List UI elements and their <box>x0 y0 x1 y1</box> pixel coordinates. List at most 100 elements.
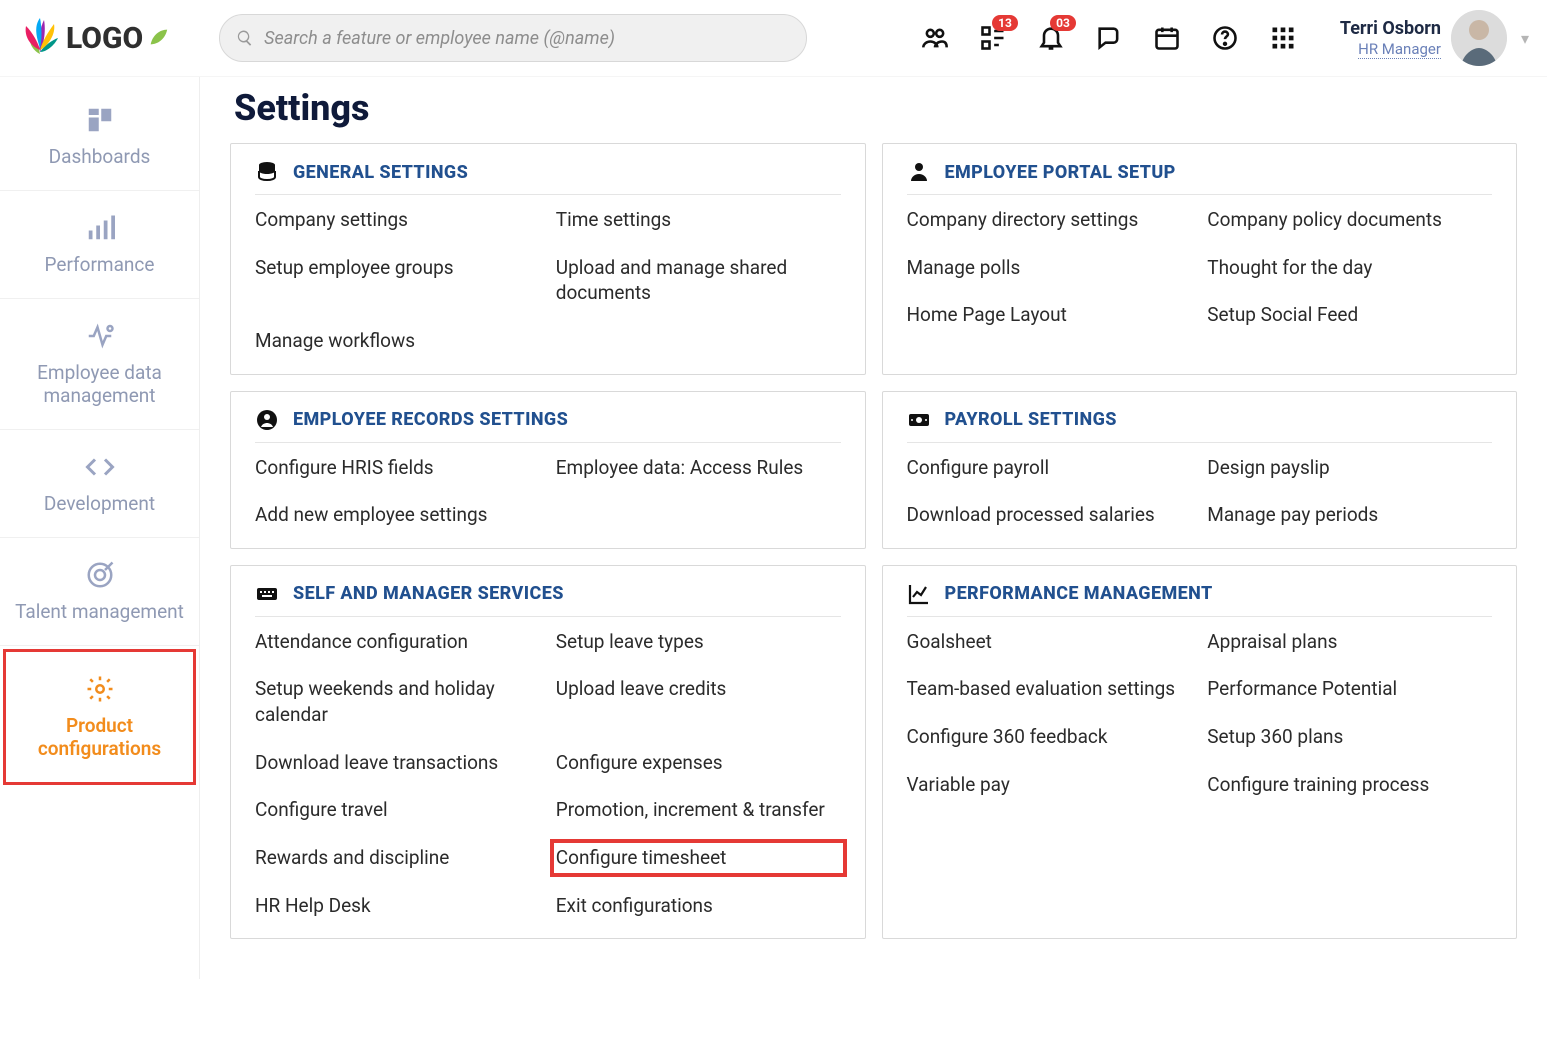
link-manage-polls[interactable]: Manage polls <box>907 255 1192 281</box>
link-perf-potential[interactable]: Performance Potential <box>1207 676 1492 702</box>
sidebar-item-label: Dashboards <box>10 145 189 168</box>
link-access-rules[interactable]: Employee data: Access Rules <box>556 455 841 481</box>
link-home-page-layout[interactable]: Home Page Layout <box>907 302 1192 328</box>
sidebar-item-employee-data[interactable]: Employee data management <box>0 299 199 430</box>
link-exit-configurations[interactable]: Exit configurations <box>556 893 841 919</box>
money-icon <box>907 408 931 432</box>
search-icon <box>236 29 254 47</box>
sidebar: Dashboards Performance Employee data man… <box>0 77 200 979</box>
card-employee-portal: EMPLOYEE PORTAL SETUP Company directory … <box>882 143 1518 375</box>
link-setup-360-plans[interactable]: Setup 360 plans <box>1207 724 1492 750</box>
people-icon[interactable] <box>920 23 950 53</box>
link-training-process[interactable]: Configure training process <box>1207 772 1492 798</box>
link-manage-pay-periods[interactable]: Manage pay periods <box>1207 502 1492 528</box>
card-title: EMPLOYEE PORTAL SETUP <box>945 162 1176 183</box>
user-role: HR Manager <box>1358 40 1441 59</box>
sidebar-item-label: Talent management <box>10 600 189 623</box>
card-performance-mgmt: PERFORMANCE MANAGEMENT Goalsheet Apprais… <box>882 565 1518 939</box>
header-actions: 13 03 Terri Osborn HR Manager ▾ <box>920 10 1529 66</box>
sidebar-item-label: Development <box>10 492 189 515</box>
apps-icon[interactable] <box>1268 23 1298 53</box>
bell-icon[interactable]: 03 <box>1036 23 1066 53</box>
link-promotion-transfer[interactable]: Promotion, increment & transfer <box>556 797 841 823</box>
search-placeholder: Search a feature or employee name (@name… <box>264 28 615 49</box>
link-time-settings[interactable]: Time settings <box>556 207 841 233</box>
link-configure-360[interactable]: Configure 360 feedback <box>907 724 1192 750</box>
link-configure-hris[interactable]: Configure HRIS fields <box>255 455 540 481</box>
sidebar-item-label: Performance <box>10 253 189 276</box>
avatar <box>1451 10 1507 66</box>
link-appraisal-plans[interactable]: Appraisal plans <box>1207 629 1492 655</box>
link-social-feed[interactable]: Setup Social Feed <box>1207 302 1492 328</box>
card-employee-records: EMPLOYEE RECORDS SETTINGS Configure HRIS… <box>230 391 866 549</box>
person-icon <box>907 160 931 184</box>
database-icon <box>255 160 279 184</box>
chat-icon[interactable] <box>1094 23 1124 53</box>
link-weekends-holiday[interactable]: Setup weekends and holiday calendar <box>255 676 540 727</box>
help-icon[interactable] <box>1210 23 1240 53</box>
card-title: PAYROLL SETTINGS <box>945 409 1117 430</box>
brand-text: LOGO <box>66 21 143 56</box>
data-icon <box>10 321 189 351</box>
bars-icon <box>10 213 189 243</box>
link-design-payslip[interactable]: Design payslip <box>1207 455 1492 481</box>
sidebar-item-label: Employee data management <box>10 361 189 407</box>
code-icon <box>10 452 189 482</box>
user-name: Terri Osborn <box>1340 18 1441 39</box>
link-variable-pay[interactable]: Variable pay <box>907 772 1192 798</box>
org-icon[interactable]: 13 <box>978 23 1008 53</box>
link-company-directory[interactable]: Company directory settings <box>907 207 1192 233</box>
card-title: GENERAL SETTINGS <box>293 162 468 183</box>
link-rewards-discipline[interactable]: Rewards and discipline <box>255 845 540 871</box>
card-title: PERFORMANCE MANAGEMENT <box>945 583 1213 604</box>
link-setup-leave-types[interactable]: Setup leave types <box>556 629 841 655</box>
calendar-icon[interactable] <box>1152 23 1182 53</box>
chevron-down-icon: ▾ <box>1521 29 1529 48</box>
card-title: EMPLOYEE RECORDS SETTINGS <box>293 409 568 430</box>
logo-icon <box>18 16 62 60</box>
link-policy-documents[interactable]: Company policy documents <box>1207 207 1492 233</box>
leaf-icon <box>147 21 169 56</box>
search-container: Search a feature or employee name (@name… <box>219 14 807 62</box>
link-goalsheet[interactable]: Goalsheet <box>907 629 1192 655</box>
link-attendance-config[interactable]: Attendance configuration <box>255 629 540 655</box>
link-thought-for-day[interactable]: Thought for the day <box>1207 255 1492 281</box>
account-icon <box>255 408 279 432</box>
card-general-settings: GENERAL SETTINGS Company settings Time s… <box>230 143 866 375</box>
org-badge: 13 <box>992 15 1018 31</box>
brand-logo[interactable]: LOGO <box>18 16 169 60</box>
link-configure-timesheet[interactable]: Configure timesheet <box>556 845 841 871</box>
link-configure-expenses[interactable]: Configure expenses <box>556 750 841 776</box>
sidebar-item-dashboards[interactable]: Dashboards <box>0 83 199 191</box>
card-payroll: PAYROLL SETTINGS Configure payroll Desig… <box>882 391 1518 549</box>
sidebar-item-development[interactable]: Development <box>0 430 199 538</box>
link-company-settings[interactable]: Company settings <box>255 207 540 233</box>
dashboard-icon <box>10 105 189 135</box>
link-download-salaries[interactable]: Download processed salaries <box>907 502 1192 528</box>
chart-icon <box>907 582 931 606</box>
sidebar-item-talent[interactable]: Talent management <box>0 538 199 646</box>
sidebar-item-performance[interactable]: Performance <box>0 191 199 299</box>
link-manage-workflows[interactable]: Manage workflows <box>255 328 540 354</box>
link-upload-leave-credits[interactable]: Upload leave credits <box>556 676 841 727</box>
sidebar-item-product-config[interactable]: Product configurations <box>3 649 196 785</box>
link-upload-shared-docs[interactable]: Upload and manage shared documents <box>556 255 841 306</box>
top-header: LOGO Search a feature or employee name (… <box>0 0 1547 77</box>
search-input[interactable]: Search a feature or employee name (@name… <box>219 14 807 62</box>
link-add-employee-settings[interactable]: Add new employee settings <box>255 502 540 528</box>
keyboard-icon <box>255 582 279 606</box>
link-setup-employee-groups[interactable]: Setup employee groups <box>255 255 540 306</box>
gear-icon <box>16 674 183 704</box>
target-icon <box>10 560 189 590</box>
link-team-evaluation[interactable]: Team-based evaluation settings <box>907 676 1192 702</box>
card-self-manager-services: SELF AND MANAGER SERVICES Attendance con… <box>230 565 866 939</box>
link-configure-travel[interactable]: Configure travel <box>255 797 540 823</box>
card-title: SELF AND MANAGER SERVICES <box>293 583 564 604</box>
link-configure-payroll[interactable]: Configure payroll <box>907 455 1192 481</box>
link-hr-help-desk[interactable]: HR Help Desk <box>255 893 540 919</box>
bell-badge: 03 <box>1050 15 1076 31</box>
user-menu[interactable]: Terri Osborn HR Manager ▾ <box>1340 10 1529 66</box>
sidebar-item-label: Product configurations <box>16 714 183 760</box>
main-content: Settings GENERAL SETTINGS Company settin… <box>200 77 1547 979</box>
link-download-leave-trans[interactable]: Download leave transactions <box>255 750 540 776</box>
